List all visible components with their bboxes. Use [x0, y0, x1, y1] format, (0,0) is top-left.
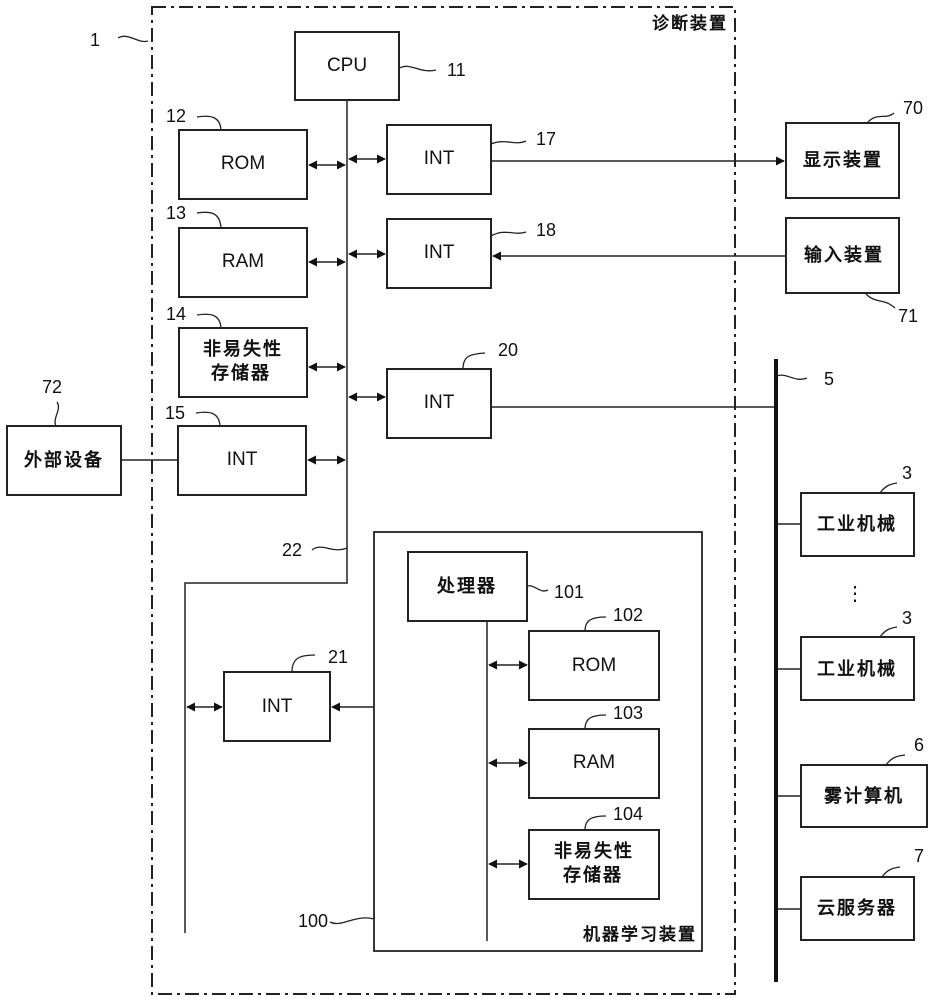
int20-block: INT 20 — [348, 340, 775, 439]
leader-100 — [329, 917, 375, 925]
int15-block: INT 15 — [121, 403, 346, 496]
int21-label: INT — [262, 696, 293, 717]
input-device-block: 输入装置 71 — [785, 217, 918, 326]
leader-13 — [196, 211, 222, 229]
industrial-machine-1: 工业机械 3 — [777, 463, 915, 557]
int18-block: INT 18 — [348, 218, 787, 289]
ref-18: 18 — [536, 220, 556, 240]
int20-label: INT — [424, 392, 455, 413]
leader-18 — [490, 231, 527, 237]
ref-15: 15 — [165, 403, 185, 423]
ref-13: 13 — [166, 203, 186, 223]
leader-6 — [885, 754, 906, 766]
leader-22 — [311, 546, 348, 551]
int17-block: INT 17 — [348, 124, 785, 195]
ref-6: 6 — [914, 735, 924, 755]
ref-70: 70 — [903, 98, 923, 118]
leader-17 — [490, 140, 527, 145]
ref-3a: 3 — [902, 463, 912, 483]
cpu-block: CPU 11 — [294, 31, 466, 101]
rom-block: ROM 12 — [166, 106, 346, 200]
ml-nvm-label-line1: 非易失性 — [554, 840, 634, 862]
diagnostic-device-title: 诊断装置 — [652, 13, 728, 34]
industrial-machine-2: 工业机械 3 — [777, 608, 915, 701]
int17-label: INT — [424, 148, 455, 169]
int18-label: INT — [424, 242, 455, 263]
leader-12 — [196, 115, 222, 131]
nvm-label-line2: 存储器 — [211, 362, 271, 384]
leader-71 — [865, 293, 896, 309]
ref-102: 102 — [613, 605, 643, 625]
leader-70 — [867, 112, 895, 123]
leader-3b — [879, 626, 898, 638]
cpu-label: CPU — [327, 55, 367, 76]
ref-5: 5 — [824, 369, 834, 389]
leader-14 — [196, 313, 222, 329]
leader-7 — [881, 866, 901, 878]
block-diagram: 诊断装置 1 CPU 11 22 ROM 12 RAM 13 非易失性 存储器 … — [6, 6, 928, 995]
bus-22-line — [184, 100, 348, 933]
fog-label: 雾计算机 — [823, 785, 904, 807]
ref-3b: 3 — [902, 608, 912, 628]
leader-72 — [54, 401, 60, 427]
ref-14: 14 — [166, 304, 186, 324]
ref-1: 1 — [90, 30, 100, 50]
ram-block: RAM 13 — [166, 203, 346, 298]
ml-device-title: 机器学习装置 — [583, 924, 697, 945]
ref-104: 104 — [613, 804, 643, 824]
input-device-label: 输入装置 — [804, 244, 884, 266]
leader-20 — [462, 352, 486, 370]
machine2-label: 工业机械 — [817, 658, 897, 680]
external-device-block: 外部设备 72 — [6, 377, 122, 496]
machines-ellipsis: ⋮ — [845, 583, 865, 605]
leader-5 — [776, 374, 808, 380]
leader-1 — [117, 35, 149, 43]
leader-11 — [399, 65, 437, 72]
ml-ram-label: RAM — [573, 752, 615, 773]
ref-101: 101 — [554, 582, 584, 602]
ram-label: RAM — [222, 251, 264, 272]
leader-15 — [195, 411, 221, 427]
ml-nvm-label-line2: 存储器 — [563, 864, 623, 886]
ref-17: 17 — [536, 129, 556, 149]
ref-12: 12 — [166, 106, 186, 126]
ref-11: 11 — [447, 60, 466, 80]
display-device-label: 显示装置 — [803, 149, 883, 171]
nvm-label-line1: 非易失性 — [203, 338, 283, 360]
int15-label: INT — [227, 449, 258, 470]
bus-22: 22 — [184, 100, 348, 933]
leader-21 — [291, 654, 316, 673]
ref-21: 21 — [328, 647, 348, 667]
cloud-label: 云服务器 — [817, 897, 897, 919]
ref-22: 22 — [282, 540, 302, 560]
ml-rom-label: ROM — [572, 655, 616, 676]
ref-103: 103 — [613, 703, 643, 723]
machine1-label: 工业机械 — [817, 513, 897, 535]
cloud-server: 云服务器 7 — [777, 846, 924, 941]
ref-72: 72 — [42, 377, 62, 397]
rom-label: ROM — [221, 153, 265, 174]
ref-71: 71 — [898, 306, 918, 326]
ref-7: 7 — [914, 846, 924, 866]
nvm-block: 非易失性 存储器 14 — [166, 304, 346, 398]
processor-label: 处理器 — [436, 575, 497, 597]
ml-device: 机器学习装置 100 处理器 101 ROM 102 RAM 103 非易失性 … — [298, 531, 703, 952]
display-device-block: 显示装置 70 — [785, 98, 923, 199]
ref-20: 20 — [498, 340, 518, 360]
fog-computer: 雾计算机 6 — [777, 735, 928, 828]
external-device-label: 外部设备 — [24, 449, 104, 471]
leader-3a — [879, 482, 898, 494]
ref-100: 100 — [298, 911, 328, 931]
